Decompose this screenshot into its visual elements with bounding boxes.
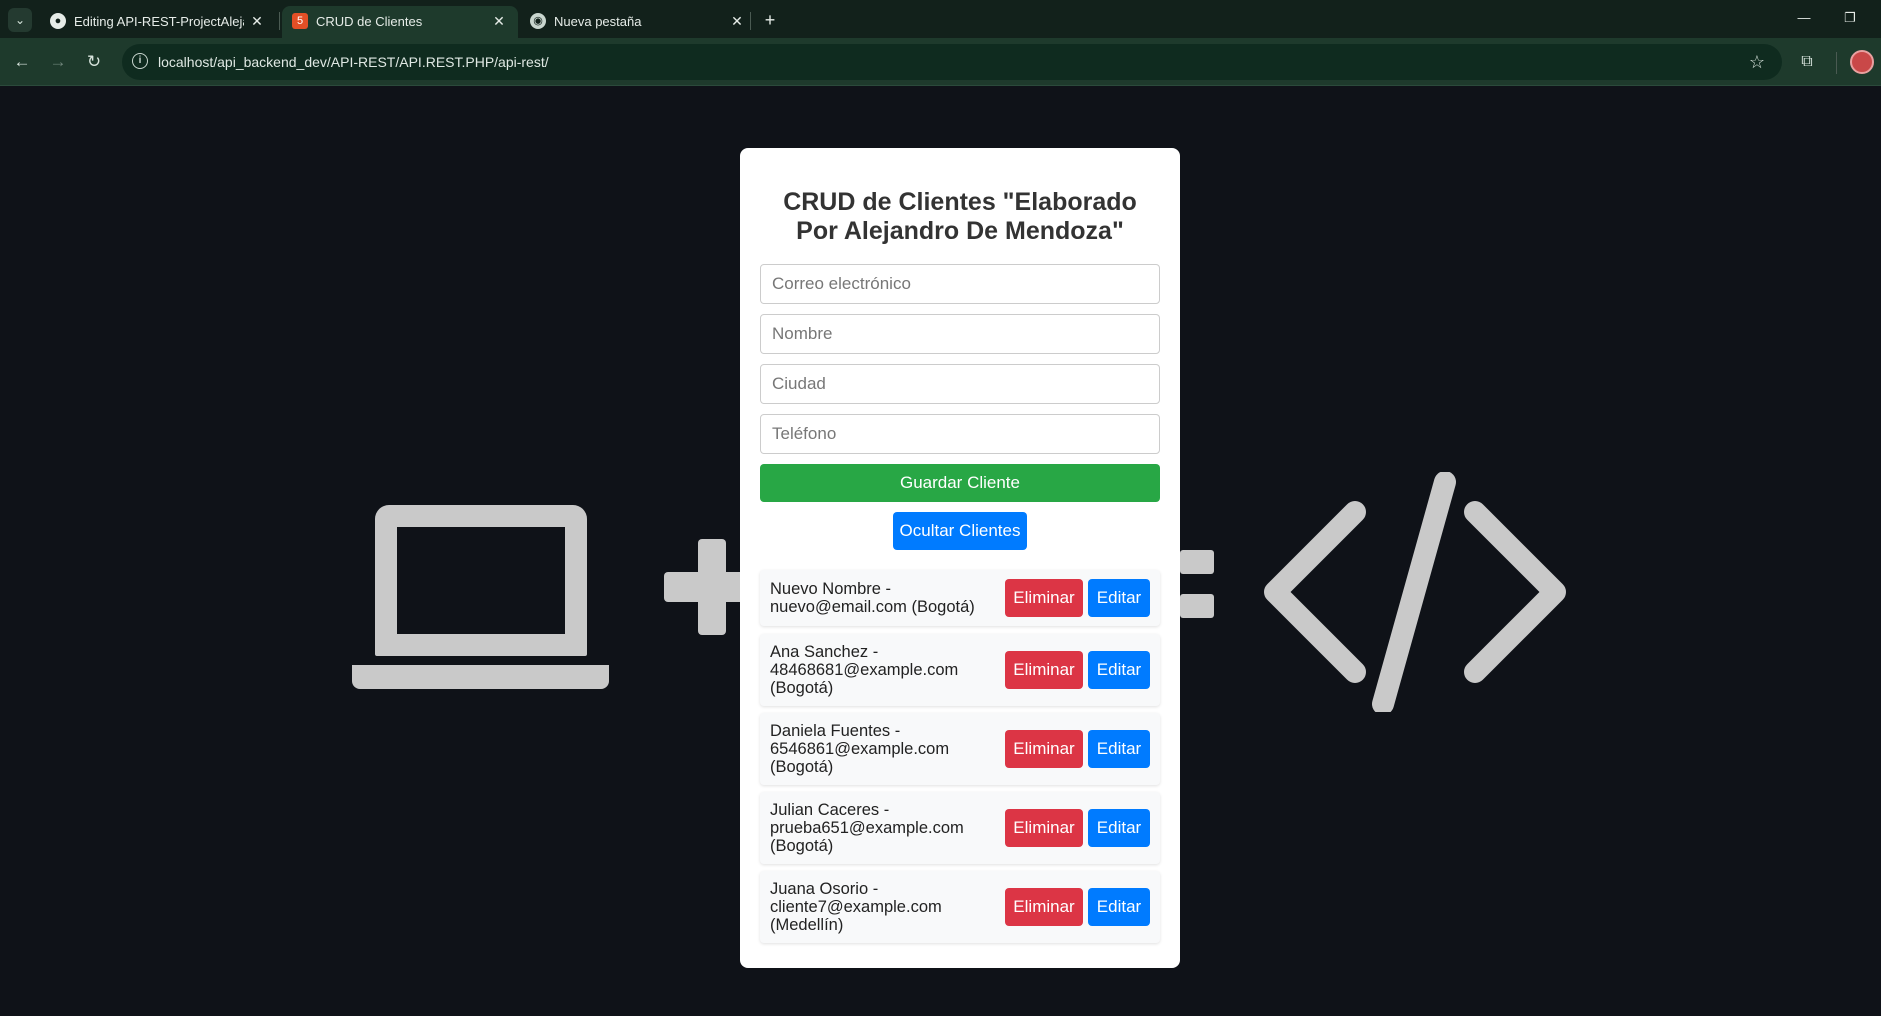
github-icon: ● xyxy=(50,13,66,29)
html5-icon: 5 xyxy=(292,13,308,29)
profile-avatar[interactable] xyxy=(1850,50,1874,74)
delete-client-button[interactable]: Eliminar xyxy=(1005,888,1083,926)
email-field[interactable] xyxy=(760,264,1160,304)
tab-title: CRUD de Clientes xyxy=(316,14,423,29)
site-info-icon[interactable]: i xyxy=(132,53,148,69)
back-icon[interactable]: ← xyxy=(10,50,34,74)
delete-client-button[interactable]: Eliminar xyxy=(1005,579,1083,617)
city-field[interactable] xyxy=(760,364,1160,404)
extensions-icon[interactable]: ⧉ xyxy=(1795,50,1819,74)
delete-client-button[interactable]: Eliminar xyxy=(1005,809,1083,847)
close-tab-icon[interactable]: ✕ xyxy=(248,12,266,30)
tab-title: Editing API-REST-ProjectAlejandro xyxy=(74,14,244,29)
tab-search-dropdown-icon[interactable]: ⌄ xyxy=(8,8,32,32)
client-list-item: Julian Caceres - prueba651@example.com (… xyxy=(760,792,1160,864)
page-title: CRUD de Clientes "Elaborado Por Alejandr… xyxy=(783,188,1137,245)
tab-strip: ⌄ ● Editing API-REST-ProjectAlejandro ✕ … xyxy=(0,0,1881,38)
toolbar-divider xyxy=(1836,52,1837,74)
client-list-item: Daniela Fuentes - 6546861@example.com (B… xyxy=(760,713,1160,785)
edit-client-button[interactable]: Editar xyxy=(1088,730,1150,768)
phone-field[interactable] xyxy=(760,414,1160,454)
name-field[interactable] xyxy=(760,314,1160,354)
crud-card: CRUD de Clientes "Elaborado Por Alejandr… xyxy=(740,148,1180,968)
client-info: Daniela Fuentes - 6546861@example.com (B… xyxy=(770,722,950,776)
edit-client-button[interactable]: Editar xyxy=(1088,888,1150,926)
bookmark-star-icon[interactable]: ☆ xyxy=(1746,51,1768,73)
laptop-icon xyxy=(375,505,587,656)
forward-icon[interactable]: → xyxy=(46,50,70,74)
address-bar[interactable]: i localhost/api_backend_dev/API-REST/API… xyxy=(122,44,1782,80)
edit-client-button[interactable]: Editar xyxy=(1088,651,1150,689)
edit-client-button[interactable]: Editar xyxy=(1088,579,1150,617)
code-brackets-icon xyxy=(1264,472,1566,712)
equals-icon xyxy=(1180,550,1214,574)
edit-client-button[interactable]: Editar xyxy=(1088,809,1150,847)
client-info: Nuevo Nombre - nuevo@email.com (Bogotá) xyxy=(770,580,975,616)
close-tab-icon[interactable]: ✕ xyxy=(728,12,746,30)
tab-title: Nueva pestaña xyxy=(554,14,642,29)
client-list-item: Nuevo Nombre - nuevo@email.com (Bogotá) … xyxy=(760,570,1160,626)
tab-nueva-pestana[interactable]: ◉ Nueva pestaña ✕ xyxy=(520,6,756,38)
laptop-base-shape xyxy=(352,665,609,689)
new-tab-icon[interactable]: + xyxy=(758,8,782,32)
tab-separator xyxy=(279,12,280,30)
hide-clients-button[interactable]: Ocultar Clientes xyxy=(893,512,1027,550)
browser-toolbar: ← → ↻ i localhost/api_backend_dev/API-RE… xyxy=(0,38,1881,86)
tab-editing-api-rest[interactable]: ● Editing API-REST-ProjectAlejandro ✕ xyxy=(40,6,276,38)
chrome-icon: ◉ xyxy=(530,13,546,29)
save-client-button[interactable]: Guardar Cliente xyxy=(760,464,1160,502)
minimize-icon[interactable]: — xyxy=(1790,6,1818,30)
equals-icon-bar xyxy=(1180,594,1214,618)
address-url[interactable]: localhost/api_backend_dev/API-REST/API.R… xyxy=(158,54,549,70)
client-info: Julian Caceres - prueba651@example.com (… xyxy=(770,801,964,855)
client-list-item: Ana Sanchez - 48468681@example.com (Bogo… xyxy=(760,634,1160,706)
tab-separator xyxy=(750,12,751,30)
delete-client-button[interactable]: Eliminar xyxy=(1005,651,1083,689)
restore-icon[interactable]: ❐ xyxy=(1836,6,1864,30)
delete-client-button[interactable]: Eliminar xyxy=(1005,730,1083,768)
client-info: Juana Osorio - cliente7@example.com (Med… xyxy=(770,880,942,934)
client-info: Ana Sanchez - 48468681@example.com (Bogo… xyxy=(770,643,959,697)
close-tab-icon[interactable]: ✕ xyxy=(490,12,508,30)
tab-crud-de-clientes[interactable]: 5 CRUD de Clientes ✕ xyxy=(282,6,518,38)
reload-icon[interactable]: ↻ xyxy=(82,50,106,74)
client-list-item: Juana Osorio - cliente7@example.com (Med… xyxy=(760,871,1160,943)
